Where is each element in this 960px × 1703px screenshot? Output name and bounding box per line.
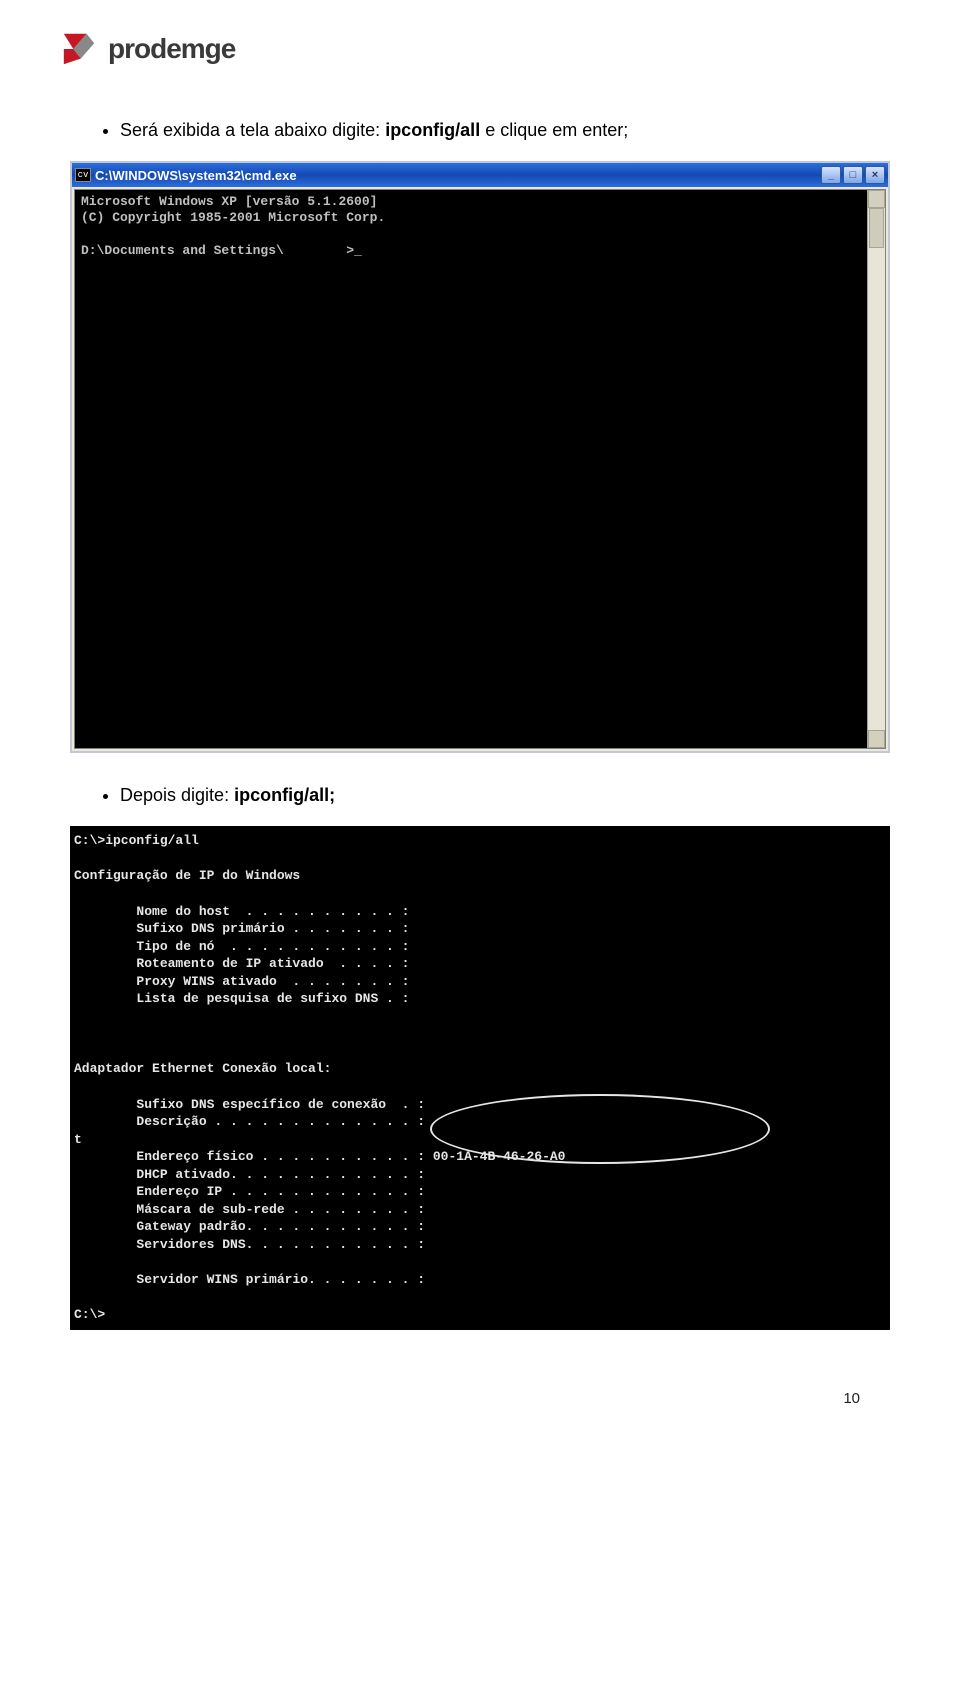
scrollbar[interactable]: [867, 190, 885, 748]
scroll-thumb[interactable]: [869, 208, 884, 248]
text-bold: ipconfig/all: [385, 120, 480, 140]
terminal-body[interactable]: Microsoft Windows XP [versão 5.1.2600] (…: [74, 189, 886, 749]
titlebar: cv C:\WINDOWS\system32\cmd.exe _ □ ×: [72, 163, 888, 187]
terminal-output: C:\>ipconfig/all Configuração de IP do W…: [74, 832, 886, 1323]
logo-text: prodemge: [108, 33, 235, 65]
text-bold: ipconfig/all;: [234, 785, 335, 805]
maximize-button[interactable]: □: [843, 166, 863, 184]
minimize-button[interactable]: _: [821, 166, 841, 184]
text: Será exibida a tela abaixo digite:: [120, 120, 385, 140]
terminal-output-block: C:\>ipconfig/all Configuração de IP do W…: [70, 826, 890, 1329]
window-title: C:\WINDOWS\system32\cmd.exe: [95, 168, 821, 183]
instruction-list-2: Depois digite: ipconfig/all;: [60, 783, 900, 808]
cmd-window: cv C:\WINDOWS\system32\cmd.exe _ □ × Mic…: [70, 161, 890, 753]
page-number: 10: [60, 1390, 900, 1407]
text: e clique em enter;: [480, 120, 628, 140]
terminal-output: Microsoft Windows XP [versão 5.1.2600] (…: [81, 194, 879, 259]
scroll-up-icon[interactable]: [868, 190, 885, 208]
window-buttons: _ □ ×: [821, 166, 885, 184]
brand-logo: prodemge: [60, 30, 900, 68]
close-button[interactable]: ×: [865, 166, 885, 184]
instruction-item-2: Depois digite: ipconfig/all;: [120, 783, 900, 808]
text: Depois digite:: [120, 785, 234, 805]
logo-icon: [60, 30, 98, 68]
document-page: prodemge Será exibida a tela abaixo digi…: [0, 0, 960, 1447]
scroll-down-icon[interactable]: [868, 730, 885, 748]
cmd-icon: cv: [75, 168, 91, 182]
instruction-list-1: Será exibida a tela abaixo digite: ipcon…: [60, 118, 900, 143]
instruction-item-1: Será exibida a tela abaixo digite: ipcon…: [120, 118, 900, 143]
